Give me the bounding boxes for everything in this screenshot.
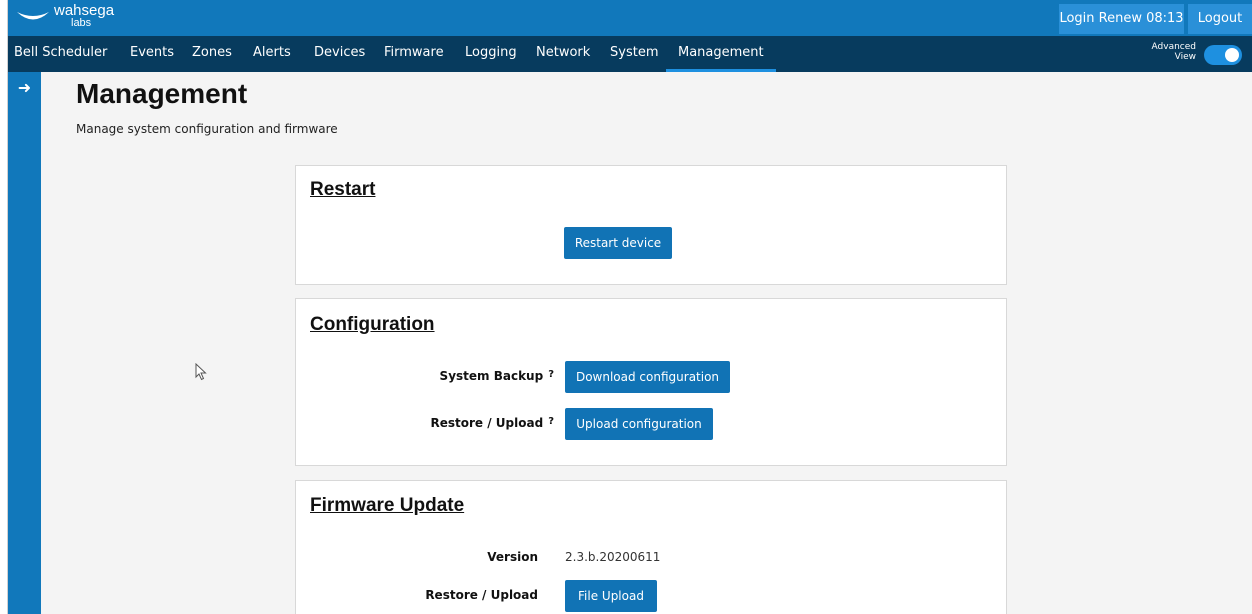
- nav-item-zones[interactable]: Zones: [192, 36, 232, 72]
- file-upload-button[interactable]: File Upload: [565, 580, 657, 612]
- advanced-view-label-line2: View: [1174, 52, 1196, 62]
- advanced-view-label-line1: Advanced: [1151, 42, 1196, 52]
- firmware-update-title: Firmware Update: [310, 495, 465, 516]
- restore-upload-label-text: Restore / Upload: [430, 416, 544, 430]
- version-label: Version: [487, 550, 538, 564]
- system-backup-label-text: System Backup: [439, 369, 544, 383]
- restart-panel: Restart Restart device: [295, 165, 1007, 285]
- toggle-knob: [1225, 48, 1239, 62]
- restart-device-button[interactable]: Restart device: [564, 227, 672, 259]
- restart-title: Restart: [310, 179, 376, 200]
- nav-item-firmware[interactable]: Firmware: [384, 36, 444, 72]
- page-title: Management: [76, 78, 248, 109]
- mouse-cursor-icon: [195, 363, 207, 381]
- version-value: 2.3.b.20200611: [565, 550, 661, 564]
- nav-item-alerts[interactable]: Alerts: [253, 36, 291, 72]
- arrow-right-icon[interactable]: ➜: [8, 78, 41, 97]
- nav-item-system[interactable]: System: [610, 36, 658, 72]
- nav-item-bell-scheduler[interactable]: Bell Scheduler: [14, 36, 107, 72]
- download-configuration-button[interactable]: Download configuration: [565, 361, 730, 393]
- nav-item-management[interactable]: Management: [666, 36, 776, 72]
- help-icon[interactable]: ?: [548, 416, 554, 427]
- window-frame-edge: [0, 0, 8, 614]
- configuration-title: Configuration: [310, 314, 435, 335]
- nav-item-events[interactable]: Events: [130, 36, 174, 72]
- advanced-view-label: Advanced View: [1148, 42, 1196, 62]
- logo-swoosh-icon: [17, 12, 49, 20]
- firmware-restore-upload-label: Restore / Upload: [425, 588, 538, 602]
- page-subtitle: Manage system configuration and firmware: [76, 122, 338, 136]
- nav-item-network[interactable]: Network: [536, 36, 590, 72]
- restore-upload-label: Restore / Upload?: [431, 416, 555, 430]
- advanced-view-toggle[interactable]: [1204, 45, 1242, 65]
- login-renew-button[interactable]: Login Renew 08:13: [1059, 4, 1184, 34]
- nav-item-devices[interactable]: Devices: [314, 36, 365, 72]
- upload-configuration-button[interactable]: Upload configuration: [565, 408, 713, 440]
- brand-sub: labs: [71, 17, 92, 29]
- nav-item-logging[interactable]: Logging: [465, 36, 517, 72]
- brand-logo[interactable]: wahsega labs: [16, 3, 126, 33]
- configuration-panel: Configuration System Backup? Download co…: [295, 298, 1007, 466]
- logout-button[interactable]: Logout: [1188, 4, 1252, 34]
- sidebar: ➜: [8, 72, 41, 614]
- brand-name: wahsega: [54, 2, 115, 19]
- top-bar: wahsega labs Login Renew 08:13 Logout: [8, 0, 1252, 36]
- firmware-update-panel: Firmware Update Version 2.3.b.20200611 R…: [295, 480, 1007, 614]
- help-icon[interactable]: ?: [548, 369, 554, 380]
- system-backup-label: System Backup?: [440, 369, 554, 383]
- main-nav: Bell Scheduler Events Zones Alerts Devic…: [8, 36, 1252, 72]
